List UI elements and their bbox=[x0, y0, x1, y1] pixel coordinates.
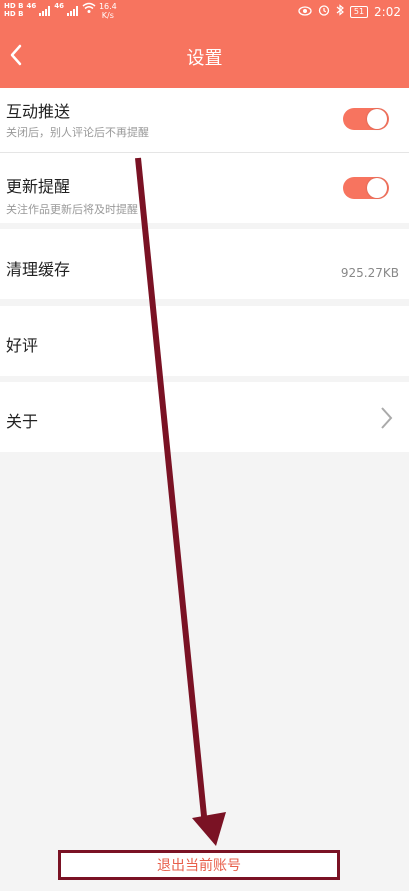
sim-indicators: HD B HD B bbox=[4, 2, 23, 18]
status-right: 51 2:02 bbox=[298, 4, 401, 19]
interaction-push-description: 关闭后，别人评论后不再提醒 bbox=[6, 126, 149, 139]
update-reminder-label: 更新提醒 bbox=[6, 177, 71, 196]
update-reminder-description: 关注作品更新后将及时提醒 bbox=[6, 203, 138, 216]
clear-cache-label: 清理缓存 bbox=[6, 260, 71, 279]
update-reminder-toggle[interactable] bbox=[343, 177, 389, 199]
hd-label-2: HD B bbox=[4, 10, 24, 18]
setting-row-about[interactable]: 关于 bbox=[0, 382, 409, 452]
speed-value: 16.4 bbox=[98, 2, 117, 11]
signal-icon-2 bbox=[66, 6, 79, 16]
interaction-push-toggle[interactable] bbox=[343, 108, 389, 130]
alarm-icon bbox=[318, 4, 330, 19]
network-type-1: 46 bbox=[26, 2, 37, 10]
status-bar: HD B HD B 46 46 16.4 K/s 51 2:02 bbox=[0, 0, 409, 24]
setting-row-clear-cache[interactable]: 清理缓存 925.27KB bbox=[0, 229, 409, 299]
cache-size-value: 925.27KB bbox=[340, 266, 399, 280]
setting-row-interaction-push: 互动推送 关闭后，别人评论后不再提醒 bbox=[0, 88, 409, 152]
signal-icon bbox=[39, 6, 51, 16]
clock: 2:02 bbox=[374, 4, 401, 19]
status-left: HD B HD B 46 46 16.4 K/s bbox=[4, 2, 117, 20]
rate-label: 好评 bbox=[6, 336, 39, 355]
app-header: 设置 bbox=[0, 24, 409, 88]
setting-row-rate[interactable]: 好评 bbox=[0, 306, 409, 376]
chevron-right-icon bbox=[381, 407, 393, 429]
network-type-2: 46 bbox=[54, 2, 64, 10]
about-label: 关于 bbox=[6, 412, 39, 431]
wifi-icon bbox=[82, 2, 96, 20]
bluetooth-icon bbox=[336, 4, 344, 19]
toggle-knob bbox=[367, 109, 387, 129]
page-title: 设置 bbox=[186, 48, 223, 69]
speed-unit: K/s bbox=[101, 11, 114, 20]
setting-row-update-reminder: 更新提醒 关注作品更新后将及时提醒 bbox=[0, 153, 409, 223]
logout-label: 退出当前账号 bbox=[157, 858, 241, 874]
logout-button[interactable]: 退出当前账号 bbox=[58, 850, 340, 880]
interaction-push-label: 互动推送 bbox=[6, 102, 71, 121]
network-speed: 16.4 K/s bbox=[99, 2, 117, 20]
eye-icon bbox=[298, 5, 312, 19]
battery-icon: 51 bbox=[349, 5, 369, 18]
hd-label-1: HD B bbox=[4, 2, 24, 10]
toggle-knob bbox=[367, 178, 387, 198]
